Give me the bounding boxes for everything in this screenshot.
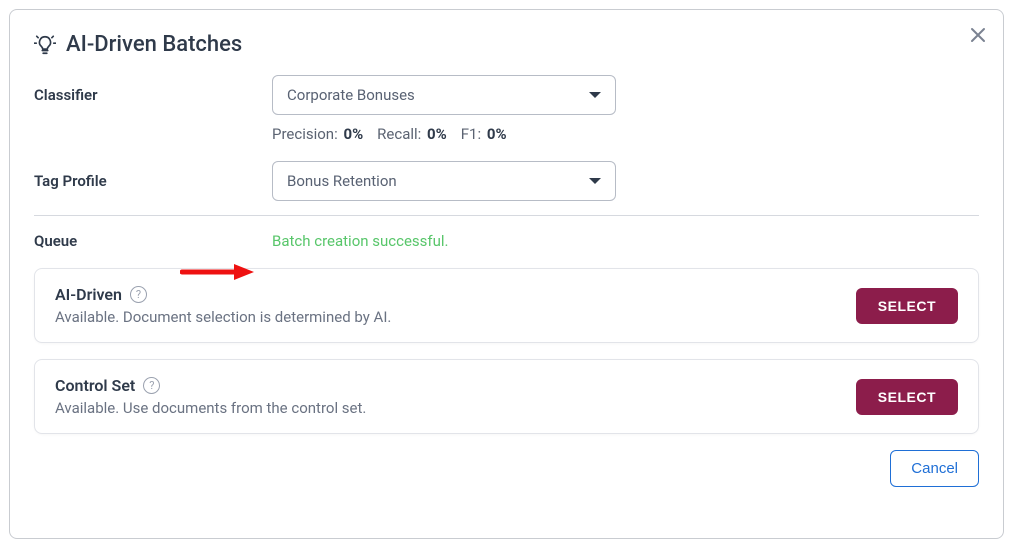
classifier-row: Classifier Corporate Bonuses: [34, 75, 979, 115]
select-control-set-button[interactable]: SELECT: [856, 379, 958, 415]
close-icon[interactable]: [969, 26, 987, 48]
help-icon[interactable]: ?: [130, 286, 147, 303]
tag-profile-label: Tag Profile: [34, 172, 272, 190]
queue-success-message: Batch creation successful.: [272, 232, 449, 250]
section-divider: [34, 215, 979, 216]
classifier-select[interactable]: Corporate Bonuses: [272, 75, 616, 115]
select-ai-driven-button[interactable]: SELECT: [856, 288, 958, 324]
precision-metric: Precision: 0%: [272, 125, 363, 143]
annotation-arrow-icon: [180, 262, 254, 286]
chevron-down-icon: [589, 92, 601, 98]
cancel-button[interactable]: Cancel: [890, 450, 979, 487]
card-title: Control Set: [55, 376, 135, 395]
card-description: Available. Document selection is determi…: [55, 308, 391, 326]
recall-metric: Recall: 0%: [377, 125, 447, 143]
help-icon[interactable]: ?: [143, 377, 160, 394]
queue-label: Queue: [34, 232, 272, 250]
card-title: AI-Driven: [55, 285, 122, 304]
queue-row: Queue Batch creation successful.: [34, 232, 979, 250]
ai-driven-card: AI-Driven ? Available. Document selectio…: [34, 268, 979, 343]
modal-header: AI-Driven Batches: [34, 32, 979, 57]
lightbulb-icon: [34, 34, 56, 56]
f1-metric: F1: 0%: [461, 125, 507, 143]
classifier-metrics: Precision: 0% Recall: 0% F1: 0%: [272, 125, 979, 143]
card-description: Available. Use documents from the contro…: [55, 399, 366, 417]
classifier-label: Classifier: [34, 86, 272, 104]
chevron-down-icon: [589, 178, 601, 184]
modal-footer: Cancel: [34, 450, 979, 487]
classifier-selected-value: Corporate Bonuses: [287, 86, 415, 104]
control-set-card: Control Set ? Available. Use documents f…: [34, 359, 979, 434]
tag-profile-select[interactable]: Bonus Retention: [272, 161, 616, 201]
tag-profile-selected-value: Bonus Retention: [287, 172, 397, 190]
tag-profile-row: Tag Profile Bonus Retention: [34, 161, 979, 201]
modal-title: AI-Driven Batches: [66, 32, 242, 57]
ai-driven-batches-modal: AI-Driven Batches Classifier Corporate B…: [9, 9, 1004, 539]
